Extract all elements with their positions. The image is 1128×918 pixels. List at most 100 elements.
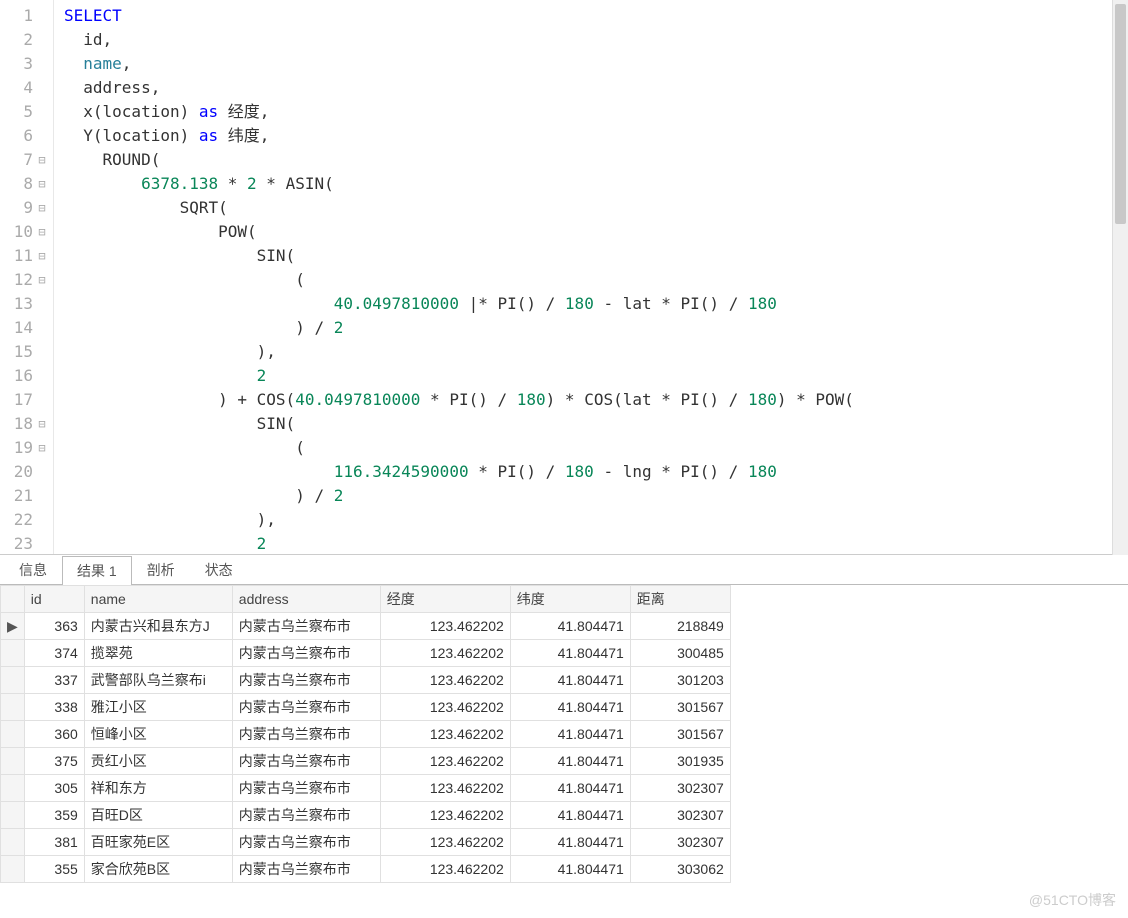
cell[interactable]: 123.462202 — [380, 721, 510, 748]
cell[interactable]: 揽翠苑 — [84, 640, 232, 667]
tab-状态[interactable]: 状态 — [190, 555, 248, 584]
table-row[interactable]: 374揽翠苑内蒙古乌兰察布市123.46220241.804471300485 — [1, 640, 731, 667]
fold-icon[interactable]: ⊟ — [33, 148, 51, 172]
cell[interactable]: 41.804471 — [510, 721, 630, 748]
cell[interactable]: 41.804471 — [510, 775, 630, 802]
table-row[interactable]: 375贡红小区内蒙古乌兰察布市123.46220241.804471301935 — [1, 748, 731, 775]
cell[interactable]: 41.804471 — [510, 640, 630, 667]
code-line[interactable]: address, — [64, 76, 1128, 100]
cell[interactable]: 375 — [24, 748, 84, 775]
cell[interactable]: 内蒙古乌兰察布市 — [232, 856, 380, 883]
column-header[interactable]: address — [232, 586, 380, 613]
column-header[interactable]: id — [24, 586, 84, 613]
cell[interactable]: 360 — [24, 721, 84, 748]
cell[interactable]: 123.462202 — [380, 802, 510, 829]
table-row[interactable]: 359百旺D区内蒙古乌兰察布市123.46220241.804471302307 — [1, 802, 731, 829]
fold-icon[interactable]: ⊟ — [33, 412, 51, 436]
cell[interactable]: 123.462202 — [380, 775, 510, 802]
cell[interactable]: 301203 — [630, 667, 730, 694]
fold-icon[interactable]: ⊟ — [33, 220, 51, 244]
code-line[interactable]: x(location) as 经度, — [64, 100, 1128, 124]
cell[interactable]: 337 — [24, 667, 84, 694]
cell[interactable]: 内蒙古乌兰察布市 — [232, 829, 380, 856]
cell[interactable]: 内蒙古乌兰察布市 — [232, 748, 380, 775]
code-line[interactable]: ), — [64, 340, 1128, 364]
cell[interactable]: 123.462202 — [380, 829, 510, 856]
cell[interactable]: 内蒙古乌兰察布市 — [232, 802, 380, 829]
tab-结果 1[interactable]: 结果 1 — [62, 556, 132, 585]
fold-icon[interactable]: ⊟ — [33, 244, 51, 268]
cell[interactable]: 381 — [24, 829, 84, 856]
cell[interactable]: 301935 — [630, 748, 730, 775]
cell[interactable]: 内蒙古乌兰察布市 — [232, 694, 380, 721]
table-row[interactable]: ▶363内蒙古兴和县东方J内蒙古乌兰察布市123.46220241.804471… — [1, 613, 731, 640]
cell[interactable]: 内蒙古乌兰察布市 — [232, 667, 380, 694]
code-line[interactable]: ) / 2 — [64, 316, 1128, 340]
code-line[interactable]: SQRT( — [64, 196, 1128, 220]
cell[interactable]: 41.804471 — [510, 856, 630, 883]
editor-scrollbar[interactable] — [1112, 0, 1128, 555]
cell[interactable]: 雅江小区 — [84, 694, 232, 721]
code-line[interactable]: SIN( — [64, 412, 1128, 436]
cell[interactable]: 内蒙古兴和县东方J — [84, 613, 232, 640]
cell[interactable]: 300485 — [630, 640, 730, 667]
table-row[interactable]: 338雅江小区内蒙古乌兰察布市123.46220241.804471301567 — [1, 694, 731, 721]
cell[interactable]: 内蒙古乌兰察布市 — [232, 775, 380, 802]
column-header[interactable]: 距离 — [630, 586, 730, 613]
cell[interactable]: 123.462202 — [380, 694, 510, 721]
table-row[interactable]: 355家合欣苑B区内蒙古乌兰察布市123.46220241.8044713030… — [1, 856, 731, 883]
table-row[interactable]: 337武警部队乌兰察布i内蒙古乌兰察布市123.46220241.8044713… — [1, 667, 731, 694]
cell[interactable]: 内蒙古乌兰察布市 — [232, 721, 380, 748]
cell[interactable]: 41.804471 — [510, 613, 630, 640]
cell[interactable]: 338 — [24, 694, 84, 721]
cell[interactable]: 302307 — [630, 775, 730, 802]
cell[interactable]: 359 — [24, 802, 84, 829]
code-line[interactable]: SELECT — [64, 4, 1128, 28]
cell[interactable]: 301567 — [630, 694, 730, 721]
code-line[interactable]: name, — [64, 52, 1128, 76]
cell[interactable]: 123.462202 — [380, 667, 510, 694]
cell[interactable]: 内蒙古乌兰察布市 — [232, 640, 380, 667]
fold-icon[interactable]: ⊟ — [33, 196, 51, 220]
sql-code-area[interactable]: SELECT id, name, address, x(location) as… — [54, 0, 1128, 554]
cell[interactable]: 303062 — [630, 856, 730, 883]
code-line[interactable]: 2 — [64, 532, 1128, 554]
results-grid[interactable]: idnameaddress经度纬度距离 ▶363内蒙古兴和县东方J内蒙古乌兰察布… — [0, 585, 1128, 883]
column-header[interactable]: 经度 — [380, 586, 510, 613]
cell[interactable]: 贡红小区 — [84, 748, 232, 775]
table-row[interactable]: 360恒峰小区内蒙古乌兰察布市123.46220241.804471301567 — [1, 721, 731, 748]
cell[interactable]: 363 — [24, 613, 84, 640]
code-line[interactable]: 116.3424590000 * PI() / 180 - lng * PI()… — [64, 460, 1128, 484]
code-line[interactable]: POW( — [64, 220, 1128, 244]
column-header[interactable]: name — [84, 586, 232, 613]
cell[interactable]: 家合欣苑B区 — [84, 856, 232, 883]
column-header[interactable]: 纬度 — [510, 586, 630, 613]
cell[interactable]: 374 — [24, 640, 84, 667]
table-row[interactable]: 381百旺家苑E区内蒙古乌兰察布市123.46220241.8044713023… — [1, 829, 731, 856]
cell[interactable]: 355 — [24, 856, 84, 883]
cell[interactable]: 301567 — [630, 721, 730, 748]
tab-剖析[interactable]: 剖析 — [132, 555, 190, 584]
code-line[interactable]: 2 — [64, 364, 1128, 388]
code-line[interactable]: 40.0497810000 |* PI() / 180 - lat * PI()… — [64, 292, 1128, 316]
cell[interactable]: 123.462202 — [380, 613, 510, 640]
cell[interactable]: 218849 — [630, 613, 730, 640]
code-line[interactable]: ( — [64, 436, 1128, 460]
cell[interactable]: 41.804471 — [510, 694, 630, 721]
cell[interactable]: 41.804471 — [510, 802, 630, 829]
cell[interactable]: 41.804471 — [510, 748, 630, 775]
cell[interactable]: 祥和东方 — [84, 775, 232, 802]
code-line[interactable]: id, — [64, 28, 1128, 52]
cell[interactable]: 百旺D区 — [84, 802, 232, 829]
code-line[interactable]: ) + COS(40.0497810000 * PI() / 180) * CO… — [64, 388, 1128, 412]
cell[interactable]: 123.462202 — [380, 640, 510, 667]
fold-icon[interactable]: ⊟ — [33, 436, 51, 460]
cell[interactable]: 302307 — [630, 829, 730, 856]
code-line[interactable]: ( — [64, 268, 1128, 292]
cell[interactable]: 123.462202 — [380, 748, 510, 775]
cell[interactable]: 41.804471 — [510, 667, 630, 694]
code-line[interactable]: ) / 2 — [64, 484, 1128, 508]
scrollbar-thumb[interactable] — [1115, 4, 1126, 224]
cell[interactable]: 41.804471 — [510, 829, 630, 856]
cell[interactable]: 恒峰小区 — [84, 721, 232, 748]
